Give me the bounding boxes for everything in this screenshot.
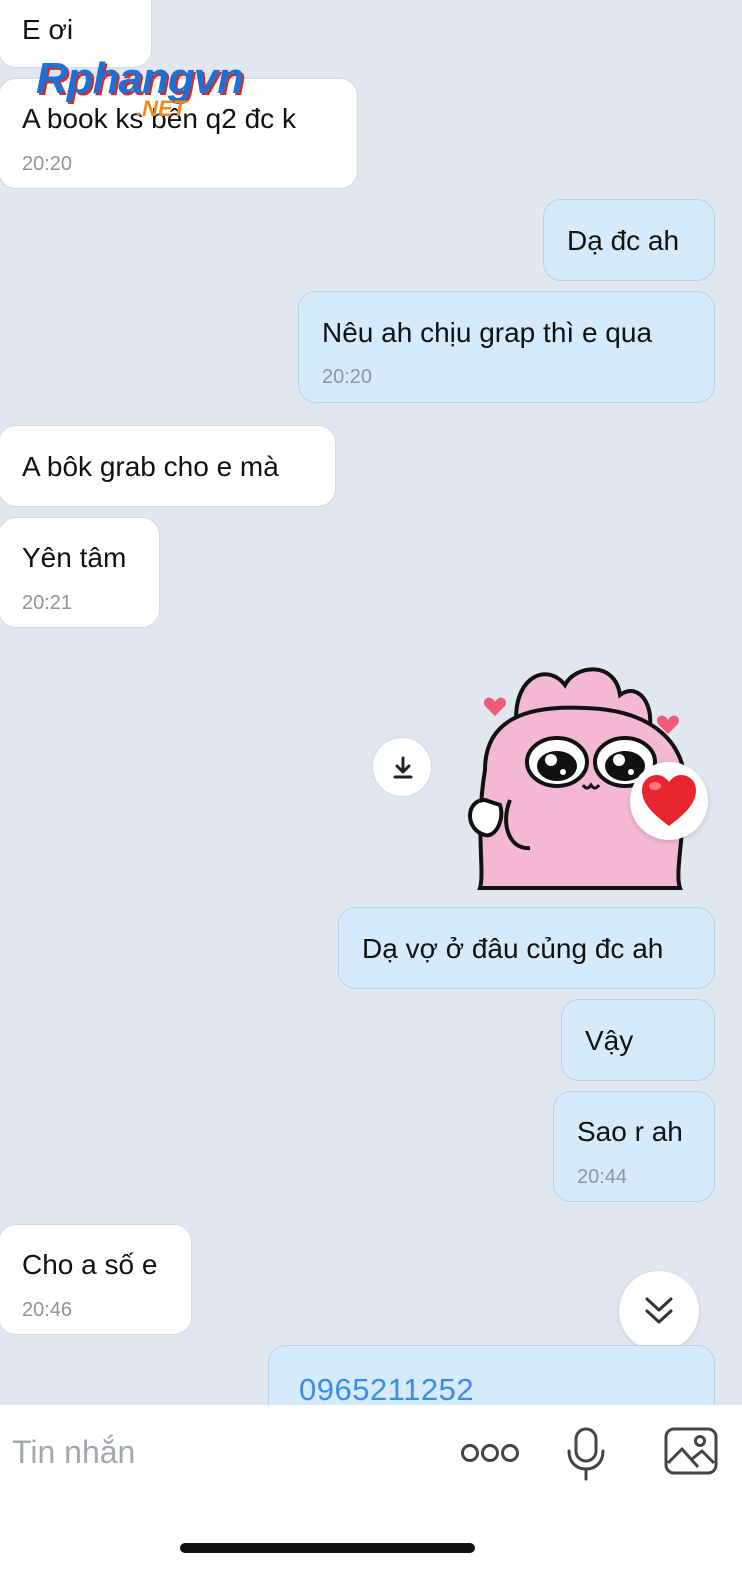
message-text: Yên tâm (22, 542, 127, 573)
voice-button[interactable] (566, 1427, 606, 1481)
phone-number-link[interactable]: 0965211252 (299, 1372, 474, 1405)
message-text: E ơi (22, 14, 74, 45)
message-time: 20:44 (577, 1166, 628, 1188)
heart-reaction[interactable] (630, 762, 708, 840)
image-icon (664, 1427, 718, 1475)
message-text: Sao r ah (577, 1116, 683, 1147)
message-bubble-outgoing[interactable]: Sao r ah 20:44 (553, 1091, 715, 1202)
more-button[interactable] (460, 1439, 520, 1467)
download-icon (393, 756, 413, 779)
heart-icon (642, 775, 696, 826)
message-bubble-incoming[interactable]: Yên tâm 20:21 (0, 517, 160, 628)
message-text: Dạ đc ah (567, 225, 680, 256)
watermark-logo: Rphangvn .NET (36, 54, 266, 134)
message-bubble-outgoing[interactable]: Dạ đc ah (543, 199, 715, 281)
chat-area[interactable]: E ơi A book ks bên q2 đc k 20:20 Rphangv… (0, 0, 742, 1405)
home-indicator (180, 1543, 475, 1553)
message-time: 20:21 (22, 592, 73, 614)
message-bubble-outgoing[interactable]: Nêu ah chịu grap thì e qua 20:20 (298, 291, 715, 403)
double-chevron-down-icon (645, 1297, 673, 1324)
message-time: 20:20 (22, 153, 73, 175)
message-text: Nêu ah chịu grap thì e qua (322, 317, 653, 348)
microphone-icon (567, 1427, 605, 1481)
message-bubble-outgoing[interactable]: Dạ vợ ở đâu củng đc ah (338, 907, 715, 989)
more-icon (461, 1444, 519, 1462)
scroll-to-bottom-button[interactable] (619, 1271, 699, 1351)
message-text: Dạ vợ ở đâu củng đc ah (362, 933, 664, 964)
message-time: 20:46 (22, 1299, 73, 1321)
gallery-button[interactable] (664, 1427, 718, 1475)
message-bubble-outgoing[interactable]: Vậy (561, 999, 715, 1081)
message-text: Cho a số e (22, 1249, 158, 1280)
download-button[interactable] (372, 737, 432, 797)
message-text: A bôk grab cho e mà (22, 451, 279, 482)
message-time: 20:20 (322, 366, 373, 388)
message-bubble-outgoing[interactable]: 0965211252 (268, 1345, 715, 1405)
message-input[interactable] (10, 1431, 434, 1473)
message-text: Vậy (585, 1025, 634, 1056)
message-bubble-incoming[interactable]: Cho a số e 20:46 (0, 1224, 192, 1335)
message-bubble-incoming[interactable]: A bôk grab cho e mà (0, 425, 336, 507)
watermark-suffix: .NET (136, 96, 187, 121)
